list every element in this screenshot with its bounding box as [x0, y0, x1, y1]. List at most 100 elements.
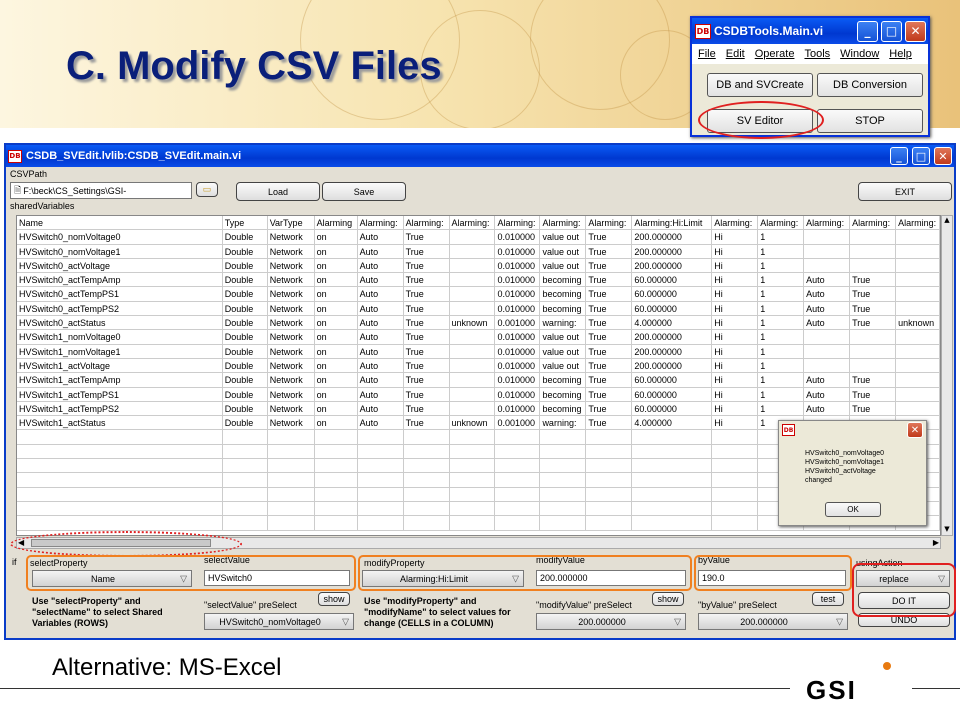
table-cell[interactable]: Hi [712, 387, 759, 401]
table-cell[interactable] [17, 444, 223, 459]
table-cell[interactable]: True [586, 244, 633, 258]
table-cell[interactable]: Double [223, 301, 268, 316]
table-cell[interactable]: Auto [358, 344, 404, 358]
table-cell[interactable]: True [586, 373, 633, 387]
table-cell[interactable] [850, 344, 897, 358]
show-select-button[interactable]: show [318, 592, 350, 606]
table-cell[interactable] [315, 516, 358, 530]
table-cell[interactable]: 1 [758, 344, 805, 358]
table-cell[interactable]: True [404, 273, 450, 287]
table-cell[interactable] [17, 487, 223, 501]
table-cell[interactable] [896, 401, 940, 416]
table-cell[interactable]: 1 [758, 301, 805, 316]
test-button[interactable]: test [812, 592, 844, 606]
table-cell[interactable]: HVSwitch1_actStatus [17, 416, 223, 430]
menu-operate[interactable]: Operate [755, 48, 795, 60]
table-cell[interactable] [404, 444, 450, 459]
browse-folder-button[interactable]: ▭ [196, 182, 218, 197]
table-cell[interactable]: True [586, 230, 633, 244]
table-cell[interactable]: becoming [540, 401, 587, 416]
table-cell[interactable] [804, 358, 851, 373]
table-cell[interactable]: on [315, 373, 358, 387]
table-cell[interactable]: Double [223, 358, 268, 373]
table-row[interactable]: HVSwitch1_nomVoltage1 Double Network on Auto… [17, 344, 940, 359]
table-cell[interactable]: Network [268, 316, 315, 330]
table-cell[interactable]: True [404, 344, 450, 358]
vertical-scrollbar[interactable]: ▲ ▼ [941, 215, 953, 536]
table-cell[interactable]: HVSwitch1_actTempPS2 [17, 401, 223, 416]
table-cell[interactable]: True [586, 387, 633, 401]
table-cell[interactable]: becoming [540, 273, 587, 287]
table-cell[interactable]: Auto [804, 287, 851, 301]
table-cell[interactable]: Network [268, 358, 315, 373]
column-header[interactable]: Name [17, 216, 223, 230]
table-cell[interactable] [17, 430, 223, 444]
table-cell[interactable]: 200.000000 [632, 358, 713, 373]
table-cell[interactable]: True [850, 273, 897, 287]
table-cell[interactable] [358, 516, 404, 530]
table-header-row[interactable]: Name Type VarType Alarming Alarming: Alarming… [17, 216, 940, 231]
table-cell[interactable]: on [315, 230, 358, 244]
table-row[interactable]: HVSwitch0_actVoltage Double Network on Auto T… [17, 258, 940, 274]
table-cell[interactable]: 0.010000 [495, 330, 541, 344]
table-row[interactable]: HVSwitch1_actTempPS2 Double Network on Auto T… [17, 401, 940, 417]
table-cell[interactable] [632, 459, 713, 473]
column-header[interactable]: Alarming: [357, 216, 404, 230]
table-cell[interactable]: Auto [804, 373, 851, 387]
table-cell[interactable]: on [315, 258, 358, 273]
table-cell[interactable] [804, 230, 851, 244]
table-cell[interactable] [268, 473, 315, 487]
table-cell[interactable] [223, 501, 268, 516]
table-cell[interactable]: True [404, 387, 450, 401]
modify-preselect-dropdown[interactable]: 200.000000 ▽ [536, 613, 686, 630]
table-cell[interactable]: 0.010000 [495, 344, 541, 358]
table-cell[interactable]: 1 [758, 358, 805, 373]
table-cell[interactable]: warning: [540, 316, 587, 330]
table-cell[interactable] [850, 330, 897, 344]
table-cell[interactable]: becoming [540, 287, 587, 301]
table-cell[interactable] [850, 258, 897, 273]
table-cell[interactable]: HVSwitch0_nomVoltage1 [17, 244, 223, 258]
table-cell[interactable]: Double [223, 373, 268, 387]
table-cell[interactable] [450, 516, 496, 530]
table-cell[interactable]: 60.000000 [632, 287, 713, 301]
table-cell[interactable]: 0.010000 [495, 244, 541, 258]
table-cell[interactable]: True [404, 244, 450, 258]
table-cell[interactable] [632, 487, 713, 501]
table-cell[interactable] [586, 430, 633, 444]
table-cell[interactable] [896, 358, 940, 373]
table-cell[interactable] [268, 430, 315, 444]
by-preselect-dropdown[interactable]: 200.000000 ▽ [698, 613, 848, 630]
table-cell[interactable] [450, 287, 496, 301]
minimize-icon[interactable]: _ [857, 20, 878, 42]
table-cell[interactable] [315, 487, 358, 501]
table-cell[interactable]: becoming [540, 301, 587, 316]
table-cell[interactable]: 60.000000 [632, 373, 713, 387]
exit-button[interactable]: EXIT [858, 182, 952, 201]
table-cell[interactable]: Hi [712, 401, 759, 416]
table-cell[interactable]: True [404, 330, 450, 344]
table-cell[interactable]: Network [268, 387, 315, 401]
table-cell[interactable]: HVSwitch1_nomVoltage0 [17, 330, 223, 344]
table-cell[interactable] [450, 258, 496, 273]
scroll-right-arrow-icon[interactable]: ▶ [933, 538, 939, 547]
table-row[interactable]: HVSwitch0_actTempAmp Double Network on Auto T… [17, 273, 940, 288]
table-cell[interactable] [358, 501, 404, 516]
table-cell[interactable]: 1 [758, 330, 805, 344]
table-cell[interactable]: Hi [712, 316, 759, 330]
table-cell[interactable] [896, 301, 940, 316]
table-cell[interactable]: True [404, 230, 450, 244]
table-cell[interactable]: Auto [358, 244, 404, 258]
table-cell[interactable] [268, 501, 315, 516]
table-cell[interactable] [632, 516, 713, 530]
table-cell[interactable] [404, 459, 450, 473]
table-cell[interactable]: Network [268, 373, 315, 387]
table-row[interactable]: HVSwitch0_nomVoltage1 Double Network on Auto… [17, 244, 940, 259]
db-svcreate-button[interactable]: DB and SVCreate [707, 73, 813, 97]
table-cell[interactable] [404, 487, 450, 501]
table-cell[interactable]: Hi [712, 416, 759, 430]
table-cell[interactable]: Hi [712, 301, 759, 316]
table-cell[interactable] [450, 401, 496, 416]
table-cell[interactable] [223, 516, 268, 530]
table-cell[interactable]: value out [540, 258, 587, 273]
